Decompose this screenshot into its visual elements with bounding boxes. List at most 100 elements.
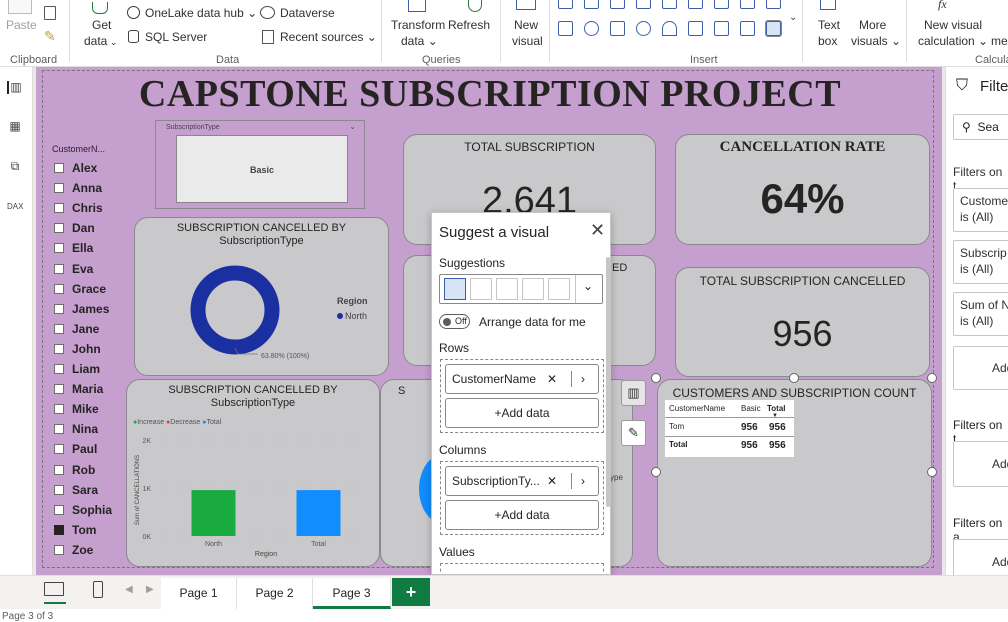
slicer-checkbox[interactable] [54,163,64,173]
slicer-checkbox[interactable] [54,464,64,475]
more-visuals-button[interactable]: visuals ⌄ [851,34,901,48]
slicer-item[interactable]: Tom [54,524,96,536]
row-field-pill[interactable]: CustomerName ✕ › [445,364,599,394]
onelake-button[interactable]: OneLake data hub ⌄ [145,6,257,20]
stacked-bar-icon[interactable] [558,0,573,9]
slicer-item[interactable]: Chris [54,202,103,214]
slicer-checkbox[interactable] [54,343,64,354]
table-icon[interactable] [740,21,755,36]
desktop-layout-icon[interactable] [44,582,64,596]
dataverse-button[interactable]: Dataverse [280,6,335,20]
slicer-checkbox[interactable] [54,223,64,234]
slicer-dropdown-icon[interactable]: ⌄ [349,122,356,131]
slicer-item[interactable]: John [54,343,101,355]
new-visual-calc-button[interactable]: calculation ⌄ [918,34,988,48]
suggest-matrix-icon[interactable] [444,278,466,300]
slicer-item[interactable]: Nina [54,423,98,435]
column-header-customer[interactable]: CustomerName [669,404,725,413]
multi-row-card-icon[interactable] [714,21,729,36]
model-view-icon[interactable]: ⧉ [7,160,23,173]
waterfall-chart-card[interactable]: SUBSCRIPTION CANCELLED BY SubscriptionTyp… [126,379,380,567]
arrange-toggle[interactable]: Off [439,314,470,329]
new-visual-label-1[interactable]: New [514,18,538,32]
clustered-bar-icon[interactable] [610,0,625,9]
slicer-item[interactable]: Maria [54,383,103,395]
bar-total[interactable] [296,490,341,536]
more-visuals-label-1[interactable]: More [859,18,886,32]
tab-page-2[interactable]: Page 2 [237,578,313,609]
resize-handle-right[interactable] [927,467,937,477]
slicer-checkbox[interactable] [54,203,64,214]
clustered-column-icon[interactable] [636,0,651,9]
mobile-layout-icon[interactable] [93,581,103,598]
column-chart-icon[interactable] [584,0,599,9]
slicer-item[interactable]: Jane [54,323,99,335]
slicer-item[interactable]: Sophia [54,504,112,516]
slicer-item[interactable]: Sara [54,484,98,496]
recent-sources-button[interactable]: Recent sources ⌄ [280,30,377,44]
slicer-item[interactable]: Ella [54,242,93,254]
rows-add-data-button[interactable]: +Add data [445,398,599,428]
resize-handle-top[interactable] [789,373,799,383]
slicer-item[interactable]: James [54,303,109,315]
slicer-item[interactable]: Mike [54,403,99,415]
map-icon[interactable] [636,21,651,36]
waterfall-icon[interactable] [740,0,755,9]
table-view-icon[interactable]: ▦ [7,120,23,133]
dax-query-view-icon[interactable]: DAX [7,200,23,213]
text-box-label-1[interactable]: Text [818,18,840,32]
slicer-item[interactable]: Rob [54,464,95,476]
close-icon[interactable]: ✕ [590,220,605,241]
customers-table-card[interactable]: CUSTOMERS AND SUBSCRIPTION COUNT Custome… [657,379,932,567]
matrix-table[interactable]: CustomerName Basic Total ▼ Tom 956 956 T… [665,400,794,457]
add-filter-visual[interactable]: Add [953,346,1008,390]
get-data-label-1[interactable]: Get [92,18,111,32]
column-field-pill[interactable]: SubscriptionTy... ✕ › [445,466,599,496]
bar-increase[interactable] [191,490,236,536]
filter-card-subscription[interactable]: Subscrip is (All) [953,240,1008,284]
slicer-checkbox[interactable] [54,243,64,254]
slicer-item[interactable]: Eva [54,263,93,275]
report-view-icon[interactable]: ▥ [7,81,23,94]
cancellation-rate-card[interactable]: CANCELLATION RATE 64% [675,134,930,245]
slicer-item[interactable]: Zoe [54,544,93,556]
resize-handle-tl[interactable] [651,373,661,383]
slicer-checkbox[interactable] [54,524,64,535]
transform-label-1[interactable]: Transform [391,18,445,32]
slicer-checkbox[interactable] [54,263,64,274]
prev-page-icon[interactable]: ◀ [125,584,133,595]
new-measure-button[interactable]: me [991,34,1008,48]
slicer-checkbox[interactable] [54,404,64,415]
refresh-button[interactable]: Refresh [448,18,490,32]
suggestions-expand-icon[interactable]: ⌄ [583,279,593,293]
slicer-checkbox[interactable] [54,364,64,374]
slicer-item[interactable]: Dan [54,222,95,234]
filter-card-customer[interactable]: Custome is (All) [953,188,1008,232]
area-chart-icon[interactable] [688,0,703,9]
paste-icon[interactable] [8,0,32,14]
expand-field-icon[interactable]: › [581,365,585,393]
slicer-checkbox[interactable] [54,283,64,294]
sql-server-button[interactable]: SQL Server [145,30,207,44]
slicer-item[interactable]: Anna [54,182,102,194]
pie-chart-icon[interactable] [558,21,573,36]
resize-handle-left[interactable] [651,467,661,477]
suggest-column-icon[interactable] [522,278,544,300]
line-chart-icon[interactable] [662,0,677,9]
filter-card-sum[interactable]: Sum of Nis (All) [953,292,1008,336]
donut-slice-north[interactable] [190,265,280,355]
slicer-checkbox[interactable] [54,424,64,435]
slicer-tile-basic[interactable]: Basic [176,135,348,203]
filter-search-input[interactable]: ⚲ Sea [953,114,1008,140]
ribbon-chart-icon[interactable] [714,0,729,9]
suggest-stacked-bar-icon[interactable] [470,278,492,300]
slicer-checkbox[interactable] [54,504,64,515]
add-filter-all[interactable]: Add [953,539,1008,575]
scatter-icon[interactable] [766,0,781,9]
add-page-button[interactable]: + [392,578,430,606]
gallery-expand-icon[interactable]: ⌄ [789,12,797,23]
suggest-visual-button[interactable]: ▥ [621,380,646,406]
slicer-item[interactable]: Grace [54,283,106,295]
suggest-clustered-bar-icon[interactable] [496,278,518,300]
donut-chart-icon[interactable] [584,21,599,36]
